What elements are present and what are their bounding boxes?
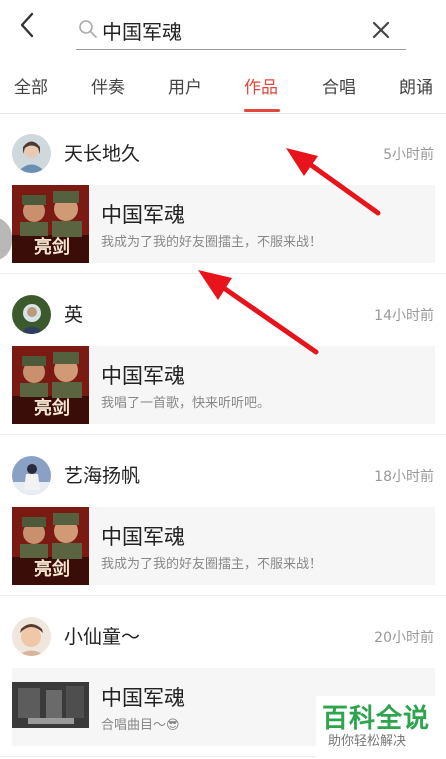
song-cover-image: 亮剑 <box>12 507 89 585</box>
svg-text:亮剑: 亮剑 <box>34 236 70 258</box>
post-time: 5小时前 <box>383 147 434 163</box>
song-title: 中国军魂 <box>101 203 185 227</box>
tab-recitation[interactable]: 朗诵 <box>399 62 433 113</box>
avatar[interactable] <box>12 134 51 173</box>
search-header <box>0 0 446 62</box>
search-input[interactable] <box>102 15 362 45</box>
svg-text:亮剑: 亮剑 <box>34 558 70 580</box>
song-title: 中国军魂 <box>101 525 185 549</box>
song-card[interactable]: 亮剑 中国军魂 我成为了我的好友圈擂主，不服来战！ <box>12 185 435 263</box>
post-time: 20小时前 <box>374 630 434 646</box>
song-description: 我唱了一首歌，快来听听吧。 <box>101 396 271 411</box>
song-title: 中国军魂 <box>101 364 185 388</box>
song-description: 我成为了我的好友圈擂主，不服来战！ <box>101 557 323 572</box>
chevron-left-icon[interactable] <box>14 10 44 40</box>
song-description: 我成为了我的好友圈擂主，不服来战！ <box>101 235 323 250</box>
song-cover-image: 亮剑 <box>12 185 89 263</box>
list-item[interactable]: 艺海扬帆 18小时前 亮剑 中国军魂 我成为了我的好友圈擂主，不服来战！ <box>0 436 446 596</box>
search-bar[interactable] <box>76 10 406 50</box>
avatar[interactable] <box>12 295 51 334</box>
magnifier-icon <box>79 20 97 38</box>
avatar[interactable] <box>12 617 51 656</box>
tab-all[interactable]: 全部 <box>14 62 48 113</box>
avatar[interactable] <box>12 456 51 495</box>
tab-accompaniment[interactable]: 伴奏 <box>91 62 125 113</box>
tab-chorus[interactable]: 合唱 <box>322 62 356 113</box>
active-tab-indicator <box>244 109 280 112</box>
svg-text:亮剑: 亮剑 <box>34 397 70 419</box>
username[interactable]: 天长地久 <box>64 139 140 166</box>
song-card[interactable]: 亮剑 中国军魂 我成为了我的好友圈擂主，不服来战！ <box>12 507 435 585</box>
song-description: 合唱曲目～😎 <box>101 718 180 733</box>
username[interactable]: 艺海扬帆 <box>64 461 140 488</box>
song-card[interactable]: 亮剑 中国军魂 我唱了一首歌，快来听听吧。 <box>12 346 435 424</box>
tab-users[interactable]: 用户 <box>168 62 202 113</box>
username[interactable]: 英 <box>64 300 83 327</box>
close-icon[interactable] <box>370 19 392 41</box>
username[interactable]: 小仙童～ <box>64 622 140 649</box>
song-title: 中国军魂 <box>101 686 185 710</box>
category-tabs: 全部 伴奏 用户 作品 合唱 朗诵 <box>0 62 446 114</box>
watermark-tagline: 助你轻松解决 <box>328 734 407 749</box>
post-time: 14小时前 <box>374 308 434 324</box>
song-cover-image <box>12 668 89 746</box>
list-item[interactable]: 英 14小时前 亮剑 中国军魂 我唱了一首歌，快来听听吧。 <box>0 275 446 435</box>
song-cover-image: 亮剑 <box>12 346 89 424</box>
list-item[interactable]: 天长地久 5小时前 亮剑 中国军魂 我成为了我的好友圈擂主，不服来战！ <box>0 114 446 274</box>
post-time: 18小时前 <box>374 469 434 485</box>
watermark-badge: 百科全说 助你轻松解决 <box>316 696 446 759</box>
tab-works[interactable]: 作品 <box>244 62 278 113</box>
